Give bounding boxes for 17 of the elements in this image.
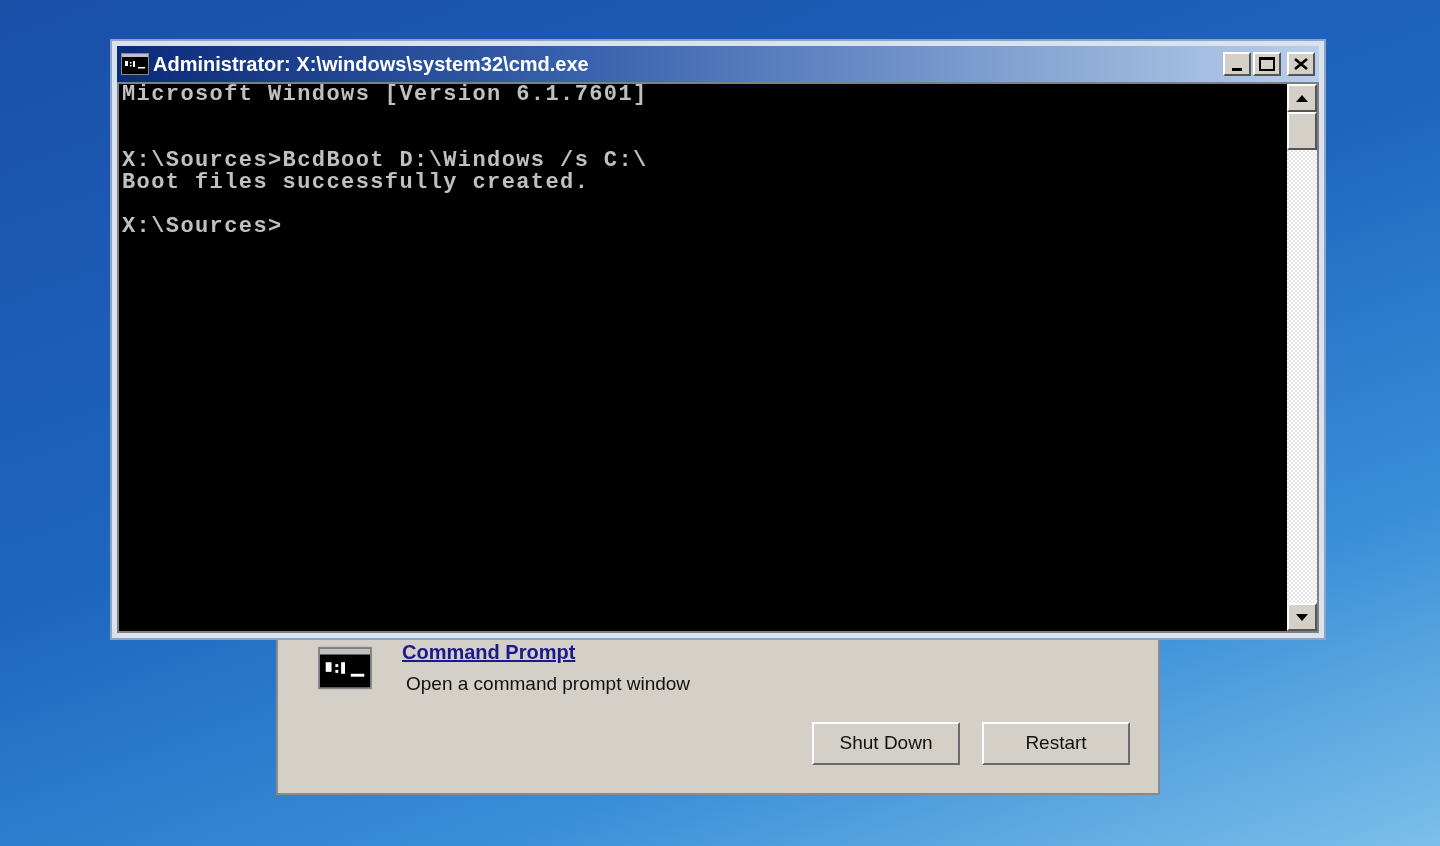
command-prompt-icon	[318, 646, 372, 690]
maximize-button[interactable]	[1253, 52, 1281, 76]
scroll-thumb[interactable]	[1287, 112, 1317, 150]
up-arrow-icon	[1296, 94, 1308, 102]
scroll-up-button[interactable]	[1287, 84, 1317, 112]
close-icon	[1294, 58, 1308, 70]
close-button[interactable]	[1287, 52, 1315, 76]
minimize-button[interactable]	[1223, 52, 1251, 76]
restart-button[interactable]: Restart	[982, 722, 1130, 765]
console-icon	[121, 53, 149, 75]
scroll-down-button[interactable]	[1287, 603, 1317, 631]
command-prompt-link[interactable]: Command Prompt	[402, 640, 691, 664]
console-output: Microsoft Windows [Version 6.1.7601] X:\Sources>BcdBoot D:\Windows /s C:\ Boot files successfully created. X:\Sources>	[122, 84, 649, 238]
down-arrow-icon	[1296, 613, 1308, 621]
tool-description: Open a command prompt window	[406, 672, 691, 696]
window-title: Administrator: X:\windows\system32\cmd.exe	[153, 52, 589, 77]
shut-down-button[interactable]: Shut Down	[812, 722, 960, 765]
